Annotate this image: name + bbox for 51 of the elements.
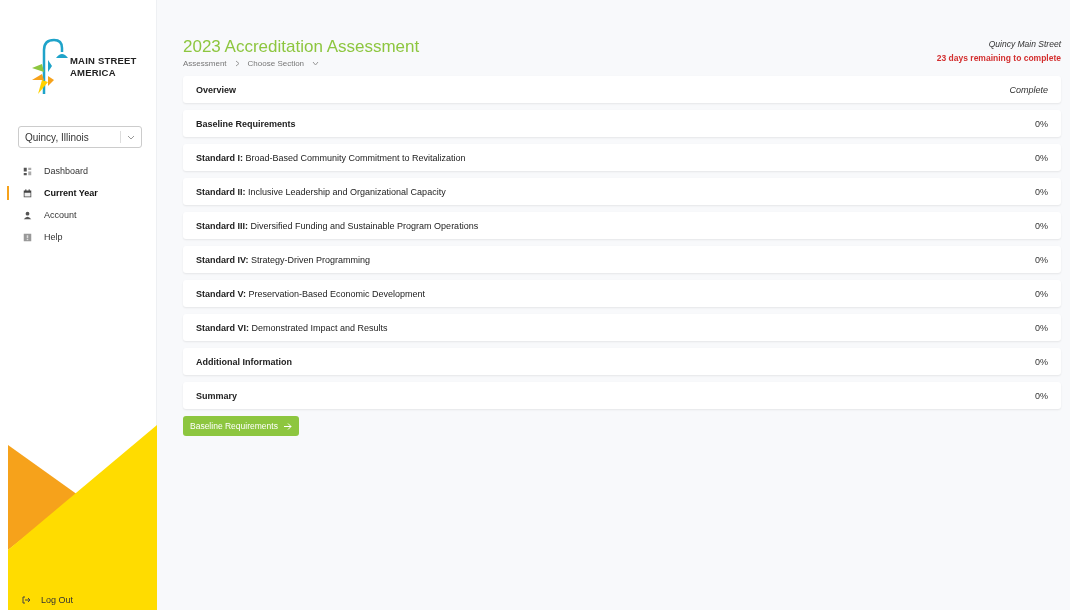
section-title: Summary	[196, 390, 238, 401]
section-row[interactable]: Standard III: Diversified Funding and Sustainable Program Operations 0%	[183, 212, 1061, 239]
section-row[interactable]: Standard IV: Strategy-Driven Programming 0%	[183, 246, 1061, 273]
section-status: 0%	[1035, 254, 1048, 265]
section-status: 0%	[1035, 390, 1048, 401]
chevron-right-icon	[234, 60, 240, 67]
breadcrumb-link[interactable]: Assessment	[183, 59, 227, 68]
section-title: Standard VI: Demonstrated Impact and Results	[196, 322, 388, 333]
section-status: 0%	[1035, 118, 1048, 129]
section-title: Overview	[196, 84, 237, 95]
section-status: 0%	[1035, 186, 1048, 197]
section-row[interactable]: Overview Complete	[183, 76, 1061, 103]
section-title: Standard III: Diversified Funding and Sustainable Program Operations	[196, 220, 479, 231]
organization-name: Quincy Main Street	[987, 39, 1061, 49]
arrow-right-icon	[283, 422, 292, 430]
section-row[interactable]: Standard VI: Demonstrated Impact and Results 0%	[183, 314, 1061, 341]
section-row[interactable]: Additional Information 0%	[183, 348, 1061, 375]
caret-icon	[312, 61, 320, 66]
section-row[interactable]: Summary 0%	[183, 382, 1061, 409]
nav-item[interactable]: Current Year	[7, 186, 156, 200]
section-title: Baseline Requirements	[196, 118, 296, 129]
section-status: 0%	[1035, 220, 1048, 231]
section-row[interactable]: Standard V: Preservation-Based Economic Development 0%	[183, 280, 1061, 307]
caret-icon	[127, 134, 135, 140]
location-select[interactable]: Quincy, Illinois	[18, 126, 142, 148]
section-dropdown[interactable]: Choose Section	[247, 59, 305, 68]
logo-text: MAIN STREET AMERICA	[70, 55, 137, 79]
section-title: Standard II: Inclusive Leadership and Organizational Capacity	[196, 186, 446, 197]
nav-item[interactable]: Account	[7, 208, 156, 222]
page-title: 2023 Accreditation Assessment	[183, 37, 420, 57]
section-status: 0%	[1035, 322, 1048, 333]
logout-link[interactable]: Log Out	[22, 595, 74, 605]
nav-item[interactable]: Dashboard	[7, 164, 156, 178]
section-row[interactable]: Baseline Requirements 0%	[183, 110, 1061, 137]
section-status: 0%	[1035, 356, 1048, 367]
section-row[interactable]: Standard II: Inclusive Leadership and Organizational Capacity 0%	[183, 178, 1061, 205]
logout-icon	[22, 596, 31, 604]
section-title: Additional Information	[196, 356, 292, 367]
calendar-icon	[23, 188, 32, 198]
person-icon	[23, 210, 32, 220]
nav-item[interactable]: Help	[7, 230, 156, 244]
section-status: 0%	[1035, 288, 1048, 299]
deadline-text: 23 days remaining to complete	[936, 53, 1061, 63]
section-status: 0%	[1035, 152, 1048, 163]
help-icon	[23, 232, 32, 242]
section-title: Standard I: Broad-Based Community Commitment to Revitalization	[196, 152, 466, 163]
section-status: Complete	[1009, 84, 1048, 95]
section-title: Standard IV: Strategy-Driven Programming	[196, 254, 371, 265]
section-title: Standard V: Preservation-Based Economic Development	[196, 288, 426, 299]
dashboard-icon	[23, 166, 32, 176]
section-row[interactable]: Standard I: Broad-Based Community Commitment to Revitalization 0%	[183, 144, 1061, 171]
